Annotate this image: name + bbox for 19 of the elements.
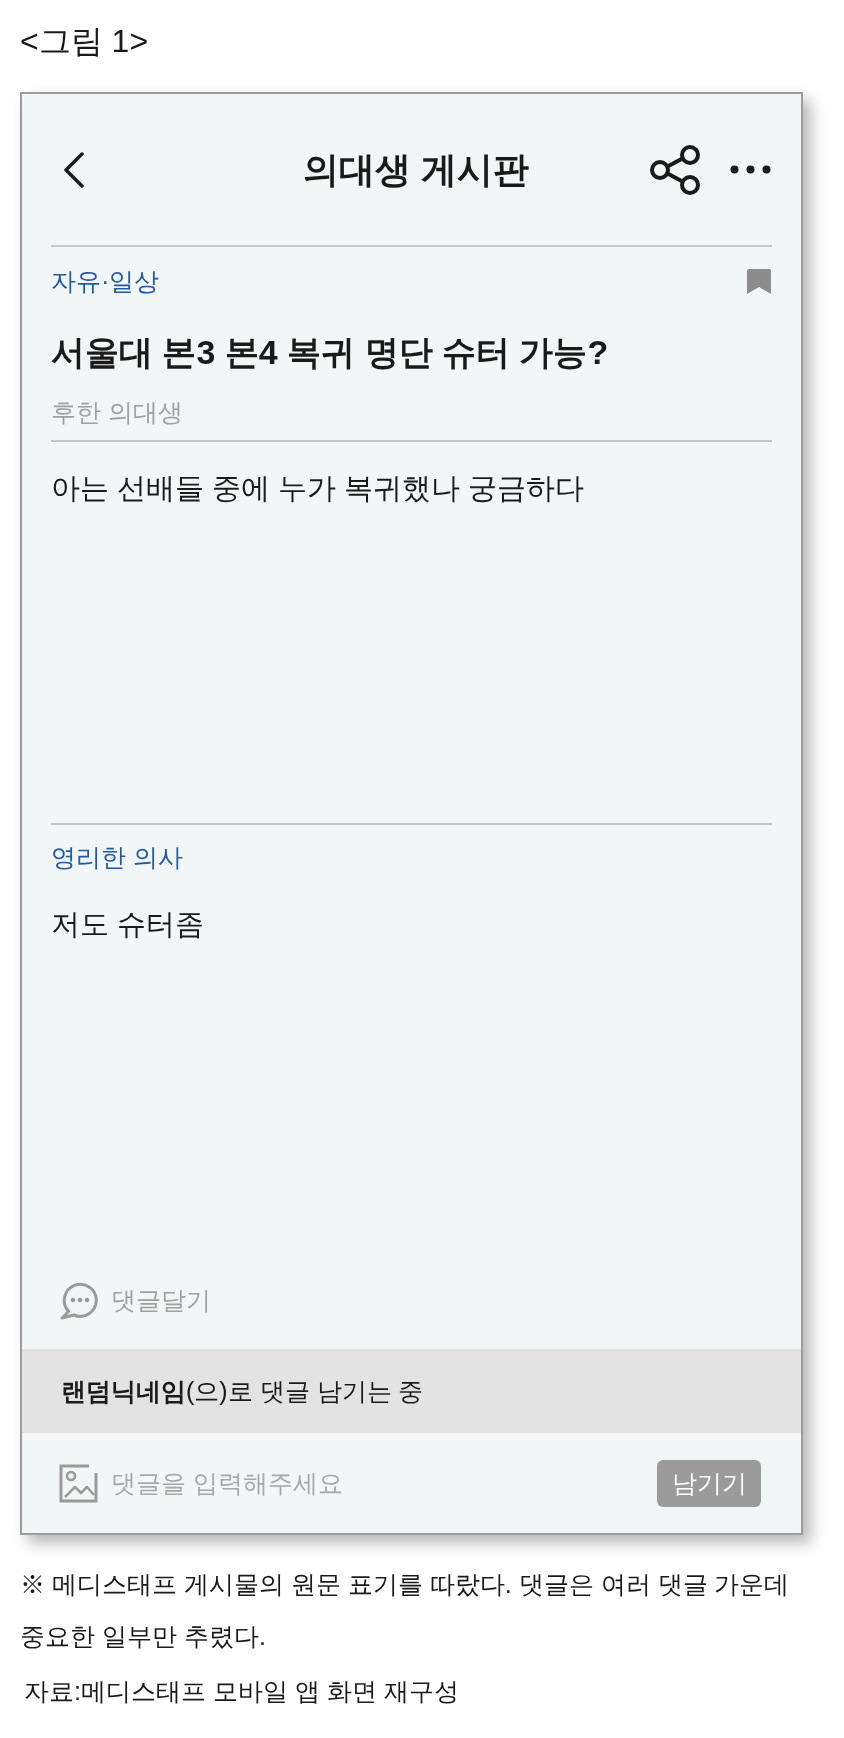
image-icon[interactable] — [59, 1463, 98, 1503]
comment-text: 저도 슈터좀 — [51, 907, 206, 942]
comment-input[interactable]: 댓글을 입력해주세요 — [111, 1466, 644, 1500]
back-icon[interactable] — [62, 151, 86, 188]
bookmark-icon[interactable] — [746, 267, 772, 295]
footnote: ※ 메디스태프 게시물의 원문 표기를 따랐다. 댓글은 여러 댓글 가운데 중요한 일부만 추렸다. — [19, 1569, 791, 1652]
post-author: 후한 의대생 — [51, 397, 184, 428]
post-title: 서울대 본3 본4 복귀 명단 슈터 가능? — [51, 332, 610, 373]
comment-button[interactable]: 댓글달기 — [59, 1280, 211, 1320]
post-category: 자유·일상 — [51, 266, 160, 297]
comment-author: 영리한 의사 — [51, 842, 184, 873]
post-body: 아는 선배들 중에 누가 복귀했나 궁금하다 — [51, 471, 586, 506]
source-note: 자료:메디스태프 모바일 앱 화면 재구성 — [23, 1676, 460, 1707]
board-title: 의대생 게시판 — [303, 147, 530, 192]
nickname-notice: 랜덤닉네임(으)로 댓글 남기는 중 — [61, 1376, 424, 1407]
share-icon[interactable] — [649, 144, 701, 195]
figure-label: <그림 1> — [20, 23, 149, 59]
more-icon[interactable] — [730, 165, 771, 174]
chat-icon — [59, 1280, 98, 1320]
